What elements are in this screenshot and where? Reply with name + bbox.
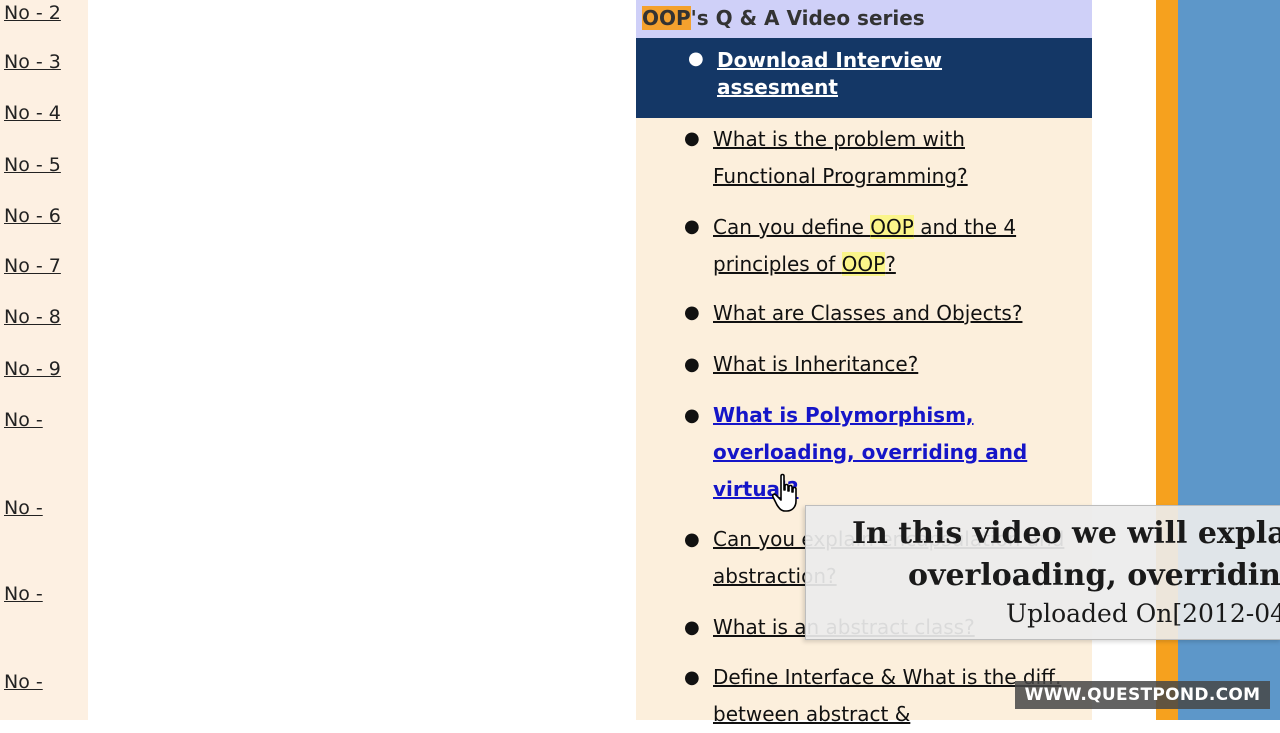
- bullet-icon: ●: [684, 529, 700, 550]
- nav-link-no-3[interactable]: No - 3: [4, 51, 61, 73]
- bullet-icon: ●: [684, 302, 700, 323]
- nav-link-no-2[interactable]: No - 2: [4, 2, 61, 24]
- question-link-functional-programming[interactable]: What is the problem with Functional Prog…: [713, 121, 1073, 195]
- question-link-classes-objects[interactable]: What are Classes and Objects?: [713, 295, 1073, 332]
- nav-link-no-13[interactable]: No -: [4, 671, 43, 693]
- nav-link-no-7[interactable]: No - 7: [4, 255, 61, 277]
- nav-link-no-10[interactable]: No -: [4, 409, 43, 431]
- nav-link-no-8[interactable]: No - 8: [4, 306, 61, 328]
- title-rest: 's Q & A Video series: [690, 6, 925, 30]
- oop-highlight: OOP: [870, 215, 914, 239]
- bullet-icon: ●: [688, 48, 704, 69]
- tooltip-description-line2: overloading, overriding and virtual: [908, 558, 1280, 593]
- left-nav: No - 2 No - 3 No - 4 No - 5 No - 6 No - …: [0, 0, 88, 720]
- oop-highlight: OOP: [841, 252, 886, 276]
- nav-link-no-12[interactable]: No -: [4, 583, 43, 605]
- tooltip-description-line1: In this video we will explain Polymorphi…: [852, 516, 1280, 551]
- nav-link-no-11[interactable]: No -: [4, 497, 43, 519]
- bullet-icon: ●: [684, 128, 700, 149]
- bullet-icon: ●: [684, 216, 700, 237]
- question-link-define-oop[interactable]: Can you define OOP and the 4 principles …: [713, 209, 1073, 283]
- title-highlight: OOP: [642, 6, 691, 30]
- download-assessment-link[interactable]: Download Interview assesment: [717, 47, 1017, 101]
- q2-text-e: ?: [885, 252, 896, 276]
- question-link-inheritance[interactable]: What is Inheritance?: [713, 346, 1073, 383]
- video-tooltip: In this video we will explain Polymorphi…: [805, 505, 1280, 640]
- hand-cursor-icon: [772, 473, 797, 512]
- bullet-icon: ●: [684, 405, 700, 426]
- bullet-icon: ●: [684, 617, 700, 638]
- questpond-watermark: WWW.QUESTPOND.COM: [1015, 681, 1270, 709]
- panel-title: OOP's Q & A Video series: [642, 6, 925, 30]
- nav-link-no-9[interactable]: No - 9: [4, 358, 61, 380]
- nav-link-no-5[interactable]: No - 5: [4, 154, 61, 176]
- tooltip-upload-date: Uploaded On[2012-04-: [1006, 599, 1280, 628]
- bullet-icon: ●: [684, 354, 700, 375]
- q2-text-a: Can you define: [713, 215, 871, 239]
- panel-header: OOP's Q & A Video series: [636, 0, 1092, 38]
- bullet-icon: ●: [684, 667, 700, 688]
- nav-link-no-6[interactable]: No - 6: [4, 205, 61, 227]
- nav-link-no-4[interactable]: No - 4: [4, 102, 61, 124]
- question-link-polymorphism[interactable]: What is Polymorphism, overloading, overr…: [713, 397, 1073, 508]
